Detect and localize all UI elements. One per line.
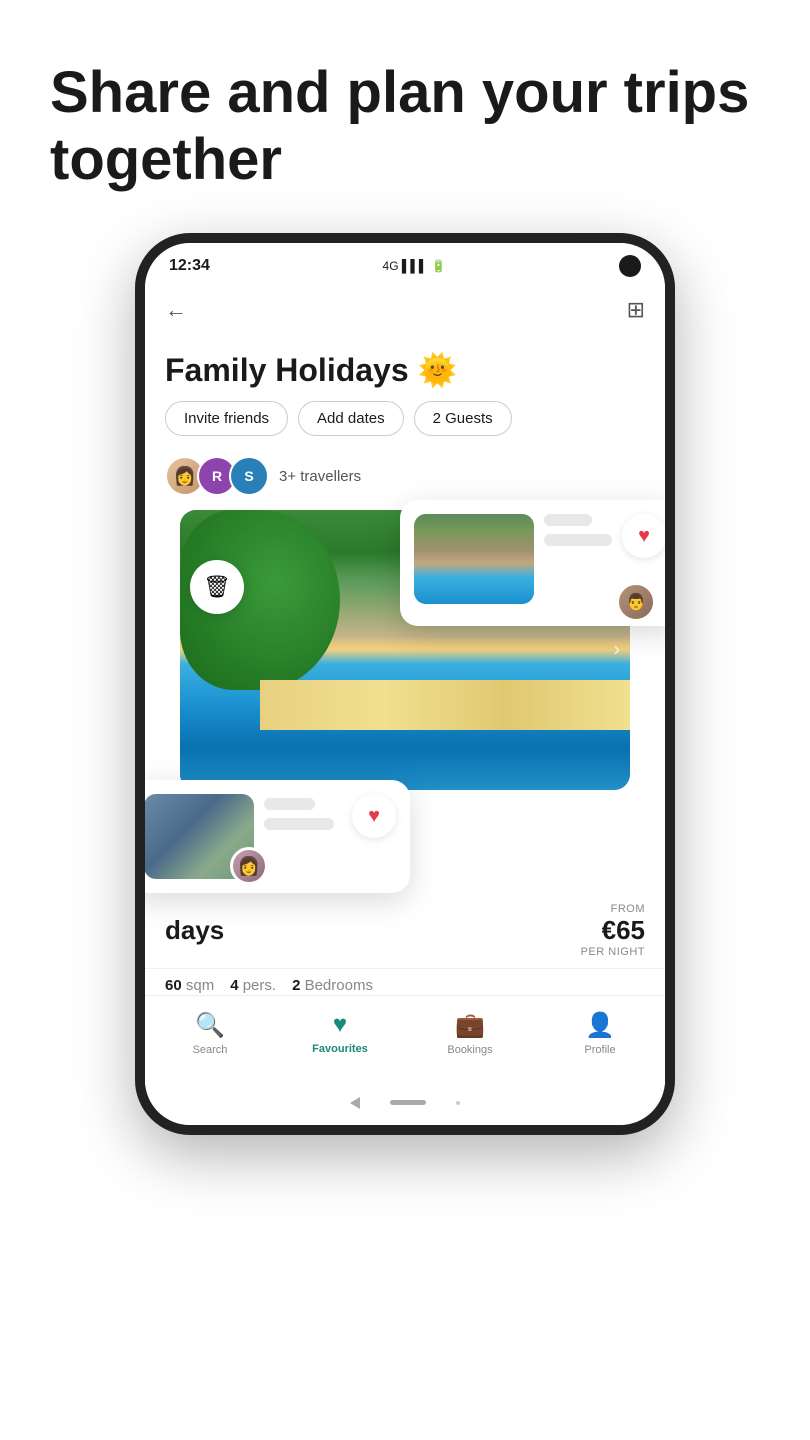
bookings-nav-icon: 💼 [455, 1011, 485, 1040]
bedrooms-value: 2 Bedrooms [292, 977, 373, 994]
secondary-card-user-avatar: 👩 [230, 847, 268, 885]
search-nav-icon: 🔍 [195, 1011, 225, 1040]
villa-thumbnail [414, 514, 534, 604]
sqm-value: 60 sqm [165, 977, 214, 994]
profile-nav-icon: 👤 [585, 1011, 615, 1040]
add-dates-button[interactable]: Add dates [298, 401, 404, 436]
nav-item-profile[interactable]: 👤 Profile [535, 1011, 665, 1056]
price-amount: €65 [581, 915, 645, 946]
app-header: ← ⊞ [145, 285, 665, 335]
floating-card-text [544, 514, 612, 546]
back-button[interactable]: ← [165, 297, 187, 323]
avatar-stack: 👩 R S [165, 456, 269, 496]
travellers-count: 3+ travellers [279, 468, 361, 485]
heart-button-secondary[interactable]: ♥ [352, 794, 396, 838]
phone-bottom-bar [145, 1085, 665, 1125]
price-from-label: FROM [581, 903, 645, 915]
action-pills: Invite friends Add dates 2 Guests [145, 401, 665, 452]
home-gesture-indicator [390, 1100, 426, 1105]
signal-icon: 4G ▌▌▌ [383, 259, 428, 273]
battery-icon: 🔋 [431, 259, 446, 273]
hero-section: Share and plan your trips together [0, 0, 810, 223]
phone-mockup: 12:34 4G ▌▌▌ 🔋 ← ⊞ Family Holidays 🌞 Inv… [0, 233, 810, 1135]
nav-item-search[interactable]: 🔍 Search [145, 1011, 275, 1056]
bottom-nav: 🔍 Search ♥ Favourites 💼 Bookings 👤 Profi… [145, 995, 665, 1085]
nav-item-bookings[interactable]: 💼 Bookings [405, 1011, 535, 1056]
status-time: 12:34 [169, 257, 210, 275]
persons-value: 4 pers. [230, 977, 276, 994]
nav-item-favourites[interactable]: ♥ Favourites [275, 1011, 405, 1055]
front-camera [619, 255, 641, 277]
phone-screen: ← ⊞ Family Holidays 🌞 Invite friends Add… [145, 285, 665, 1085]
per-night-label: PER NIGHT [581, 946, 645, 958]
status-bar: 12:34 4G ▌▌▌ 🔋 [145, 243, 665, 285]
floating-card-image [414, 514, 534, 604]
card-arrow-icon: › [613, 639, 620, 662]
status-icons: 4G ▌▌▌ 🔋 [383, 259, 447, 273]
heart-icon-secondary: ♥ [368, 805, 380, 828]
property-detail-placeholder [544, 534, 612, 546]
favourites-nav-icon: ♥ [333, 1011, 347, 1039]
avatar-2: S [229, 456, 269, 496]
secondary-placeholder-2 [264, 818, 334, 830]
price-section: FROM €65 PER NIGHT [581, 903, 645, 958]
property-card-area: › 🗑 [160, 510, 650, 790]
trash-icon: 🗑 [203, 574, 231, 600]
nav-label-favourites: Favourites [312, 1043, 368, 1055]
hero-title: Share and plan your trips together [50, 60, 760, 193]
price-row: days FROM €65 PER NIGHT [145, 893, 665, 968]
property-name-placeholder [544, 514, 592, 526]
card-user-avatar: 👨 [616, 582, 656, 622]
floating-card-secondary: ♥ 👩 [135, 780, 410, 893]
phone-frame: 12:34 4G ▌▌▌ 🔋 ← ⊞ Family Holidays 🌞 Inv… [135, 233, 675, 1135]
recents-gesture-indicator [456, 1101, 460, 1105]
nav-label-search: Search [193, 1044, 228, 1056]
nav-label-profile: Profile [584, 1044, 615, 1056]
back-gesture-indicator [350, 1097, 360, 1109]
guests-button[interactable]: 2 Guests [414, 401, 512, 436]
floating-card-primary: ♥ 👨 [400, 500, 675, 626]
heart-icon: ♥ [638, 525, 650, 548]
days-label: days [165, 915, 224, 946]
heart-button-primary[interactable]: ♥ [622, 514, 666, 558]
floating-card-secondary-wrapper: ♥ 👩 [135, 780, 665, 893]
secondary-card-text [264, 794, 342, 830]
delete-button[interactable]: 🗑 [190, 560, 244, 614]
trip-title: Family Holidays 🌞 [145, 335, 665, 401]
invite-friends-button[interactable]: Invite friends [165, 401, 288, 436]
days-text: days [165, 915, 224, 945]
pool-deck [260, 680, 630, 730]
nav-label-bookings: Bookings [447, 1044, 492, 1056]
settings-icon[interactable]: ⊞ [627, 297, 645, 323]
secondary-placeholder-1 [264, 798, 315, 810]
